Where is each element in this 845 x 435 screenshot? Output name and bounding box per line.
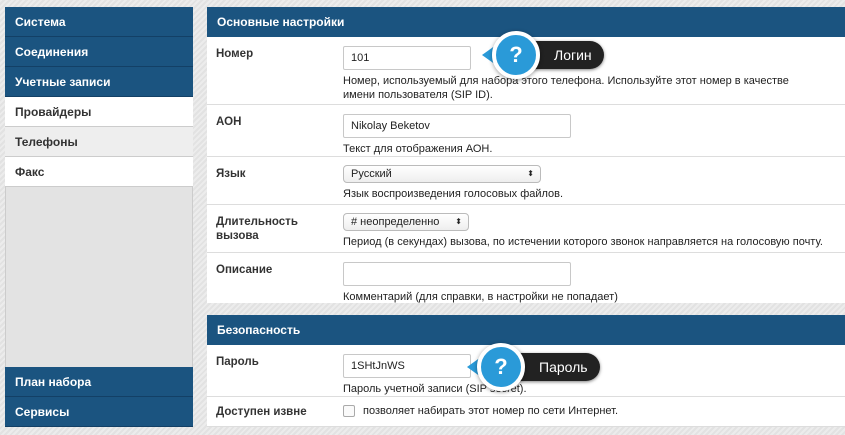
- language-label: Язык: [216, 168, 246, 180]
- sidebar-item-system[interactable]: Система: [5, 7, 193, 37]
- duration-select[interactable]: # неопределенно ⬍: [343, 213, 469, 231]
- language-row: Язык Русский ⬍ Язык воспроизведения голос…: [207, 157, 845, 205]
- sidebar-item-phones[interactable]: Телефоны: [5, 127, 193, 157]
- description-label: Описание: [216, 264, 273, 276]
- description-desc: Комментарий (для справки, в настройки не…: [343, 291, 618, 303]
- duration-row: Длительность вызова # неопределенно ⬍ Пер…: [207, 205, 845, 253]
- sidebar-item-providers[interactable]: Провайдеры: [5, 97, 193, 127]
- language-select[interactable]: Русский ⬍: [343, 165, 541, 183]
- password-label: Пароль: [216, 356, 259, 368]
- sidebar-filler: [5, 187, 193, 367]
- select-arrows-icon: ⬍: [455, 217, 462, 226]
- language-value: Русский: [351, 168, 392, 180]
- external-checkbox[interactable]: [343, 405, 355, 418]
- duration-label: Длительность вызова: [216, 216, 298, 242]
- sidebar-item-accounts[interactable]: Учетные записи: [5, 67, 193, 97]
- select-arrows-icon: ⬍: [527, 169, 534, 178]
- panel-title: Безопасность: [207, 315, 845, 345]
- password-input[interactable]: 1SHtJnWS: [343, 354, 471, 378]
- number-input[interactable]: 101: [343, 46, 471, 70]
- description-input[interactable]: [343, 262, 571, 286]
- external-row: Доступен извне позволяет набирать этот н…: [207, 397, 845, 427]
- help-icon[interactable]: ?: [492, 31, 540, 79]
- number-desc: Номер, используемый для набора этого тел…: [343, 75, 789, 101]
- aon-label: АОН: [216, 116, 242, 128]
- sidebar-item-fax[interactable]: Факс: [5, 157, 193, 187]
- aon-row: АОН Nikolay Beketov Текст для отображени…: [207, 105, 845, 157]
- sidebar-item-services[interactable]: Сервисы: [5, 397, 193, 427]
- duration-desc: Период (в секундах) вызова, по истечении…: [343, 236, 823, 248]
- sidebar-item-dialplan[interactable]: План набора: [5, 367, 193, 397]
- language-desc: Язык воспроизведения голосовых файлов.: [343, 188, 564, 200]
- aon-desc: Текст для отображения АОН.: [343, 143, 493, 155]
- description-row: Описание Комментарий (для справки, в нас…: [207, 253, 845, 303]
- external-label: Доступен извне: [216, 406, 307, 418]
- aon-input[interactable]: Nikolay Beketov: [343, 114, 571, 138]
- sidebar: Система Соединения Учетные записи Провай…: [5, 7, 193, 427]
- number-label: Номер: [216, 48, 254, 60]
- help-icon[interactable]: ?: [477, 343, 525, 391]
- duration-value: # неопределенно: [351, 216, 440, 228]
- sidebar-item-connections[interactable]: Соединения: [5, 37, 193, 67]
- external-desc: позволяет набирать этот номер по сети Ин…: [363, 405, 619, 417]
